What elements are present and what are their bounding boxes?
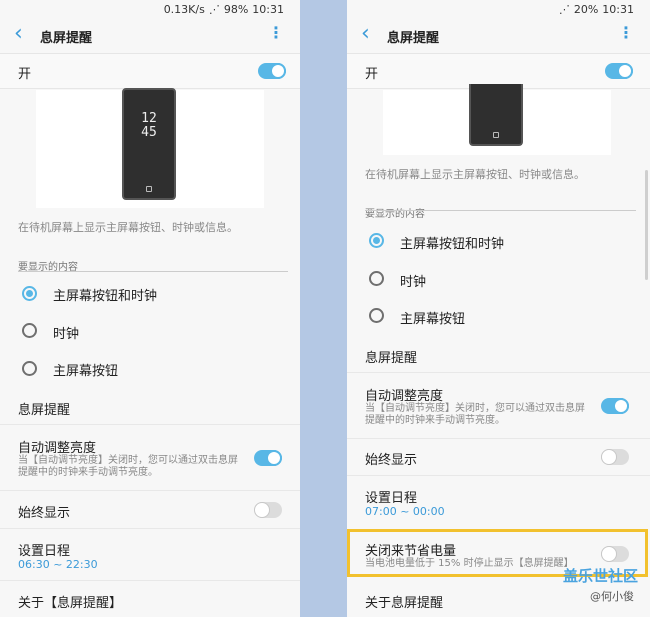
radio-home-and-clock[interactable] <box>369 233 384 248</box>
schedule-title[interactable]: 设置日程 <box>365 487 417 506</box>
radio-label: 时钟 <box>53 327 80 342</box>
master-toggle[interactable] <box>258 63 286 79</box>
radio-home-button[interactable] <box>22 361 37 376</box>
divider <box>0 580 300 581</box>
radio-label: 主屏幕按钮和时钟 <box>53 289 158 304</box>
notify-section-title: 息屏提醒 <box>18 403 71 418</box>
preview-clock: 12 45 <box>141 111 157 140</box>
always-show-title[interactable]: 始终显示 <box>365 449 417 468</box>
battery-level: 20% <box>573 2 599 16</box>
always-show-toggle[interactable] <box>254 502 282 518</box>
auto-brightness-desc-2: 提醒中的时钟来手动调节亮度。 <box>18 467 158 478</box>
divider <box>0 528 300 529</box>
divider <box>347 438 650 439</box>
radio-home-button[interactable] <box>369 308 384 323</box>
signal-icon: ⋰ <box>558 2 570 16</box>
divider <box>0 490 300 491</box>
divider <box>347 372 650 373</box>
schedule-value: 07:00 ~ 00:00 <box>365 505 445 518</box>
radio-label: 时钟 <box>400 275 427 290</box>
scrollbar[interactable] <box>645 170 648 280</box>
divider <box>347 475 650 476</box>
network-speed: 0.13K/s <box>163 2 205 16</box>
battery-level: 98% <box>223 2 249 16</box>
master-switch-label: 开 <box>365 67 379 82</box>
home-button-icon <box>493 132 499 138</box>
notify-section-title: 息屏提醒 <box>365 351 418 366</box>
always-show-toggle[interactable] <box>601 449 629 465</box>
auto-brightness-title[interactable]: 自动调整亮度 <box>18 437 96 456</box>
watermark-author: @何小俊 <box>590 590 634 603</box>
description-text: 在待机屏幕上显示主屏幕按钮、时钟或信息。 <box>365 168 585 181</box>
back-arrow-icon[interactable]: ‹ <box>14 23 23 45</box>
page-title: 息屏提醒 <box>40 31 93 46</box>
radio-clock[interactable] <box>369 271 384 286</box>
schedule-value: 06:30 ~ 22:30 <box>18 558 98 571</box>
right-screen: ⋰ 20% 10:31 ‹ 息屏提醒 ⋮ 开 在待机屏幕上显示主屏幕按钮、时钟或… <box>347 0 650 617</box>
section-divider <box>365 210 636 211</box>
about-link[interactable]: 关于【息屏提醒】 <box>18 592 122 611</box>
auto-brightness-title[interactable]: 自动调整亮度 <box>365 385 443 404</box>
auto-brightness-desc-2: 提醒中的时钟来手动调节亮度。 <box>365 415 505 426</box>
master-switch-label: 开 <box>18 67 32 82</box>
back-arrow-icon[interactable]: ‹ <box>361 23 370 45</box>
page-title: 息屏提醒 <box>387 31 440 46</box>
radio-label: 主屏幕按钮 <box>400 312 466 327</box>
app-bar: ‹ 息屏提醒 ⋮ <box>347 18 650 54</box>
auto-brightness-desc: 当【自动调节亮度】关闭时，您可以通过双击息屏 <box>365 403 585 414</box>
radio-label: 主屏幕按钮 <box>53 364 119 379</box>
radio-label: 主屏幕按钮和时钟 <box>400 237 505 252</box>
auto-brightness-desc: 当【自动调节亮度】关闭时，您可以通过双击息屏 <box>18 455 238 466</box>
section-title: 要显示的内容 <box>365 209 425 220</box>
about-link[interactable]: 关于息屏提醒 <box>365 592 443 611</box>
radio-clock[interactable] <box>22 323 37 338</box>
preview-area: 12 45 <box>36 88 264 208</box>
radio-home-and-clock[interactable] <box>22 286 37 301</box>
signal-icon: ⋰ <box>208 2 220 16</box>
schedule-title[interactable]: 设置日程 <box>18 540 70 559</box>
master-toggle[interactable] <box>605 63 633 79</box>
preview-area <box>383 84 611 155</box>
auto-brightness-toggle[interactable] <box>254 450 282 466</box>
status-time: 10:31 <box>602 2 634 16</box>
more-options-icon[interactable]: ⋮ <box>618 25 634 41</box>
always-show-title[interactable]: 始终显示 <box>18 502 70 521</box>
status-bar: ⋰ 20% 10:31 <box>347 0 650 18</box>
description-text: 在待机屏幕上显示主屏幕按钮、时钟或信息。 <box>18 221 238 234</box>
app-bar: ‹ 息屏提醒 ⋮ <box>0 18 300 54</box>
section-divider <box>18 271 288 272</box>
home-button-icon <box>146 186 152 192</box>
watermark-logo-text: 盖乐世社区 <box>563 567 639 585</box>
more-options-icon[interactable]: ⋮ <box>268 25 284 41</box>
phone-preview-image: 12 45 <box>122 88 176 200</box>
phone-preview-image <box>469 84 523 146</box>
status-time: 10:31 <box>252 2 284 16</box>
auto-brightness-toggle[interactable] <box>601 398 629 414</box>
divider <box>0 424 300 425</box>
left-screen: 0.13K/s ⋰ 98% 10:31 ‹ 息屏提醒 ⋮ 开 12 45 在待机… <box>0 0 300 617</box>
master-switch-row[interactable]: 开 <box>0 53 300 89</box>
status-bar: 0.13K/s ⋰ 98% 10:31 <box>0 0 300 18</box>
